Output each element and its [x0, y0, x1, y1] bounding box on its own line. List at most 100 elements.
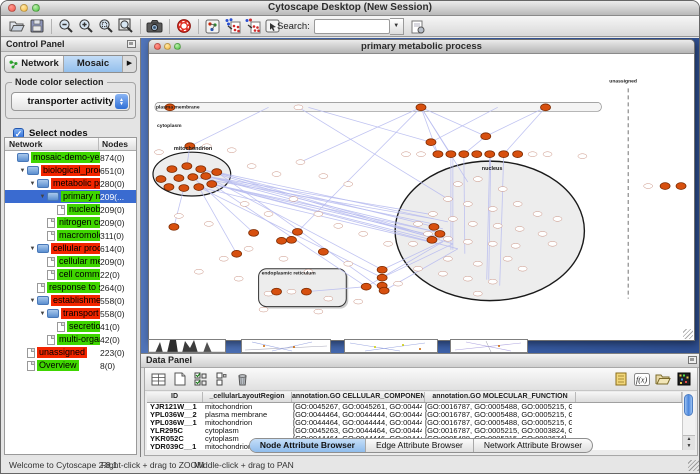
- table-cell[interactable]: YPL036W__1: [147, 419, 202, 427]
- edge[interactable]: [206, 176, 426, 236]
- node-unselected[interactable]: [488, 207, 497, 212]
- node[interactable]: [446, 151, 456, 158]
- node-unselected[interactable]: [463, 239, 472, 244]
- node[interactable]: [286, 236, 296, 243]
- tree-label[interactable]: cellular process: [51, 243, 100, 254]
- node-unselected[interactable]: [409, 241, 418, 246]
- apply-layout-icon[interactable]: [223, 18, 242, 35]
- network-canvas-svg[interactable]: plasma membranecytoplasmmitochondrionnuc…: [149, 54, 692, 339]
- node[interactable]: [164, 184, 174, 191]
- node[interactable]: [416, 104, 426, 111]
- node-unselected[interactable]: [289, 197, 298, 202]
- node[interactable]: [499, 151, 509, 158]
- tree-label[interactable]: transport: [61, 308, 100, 319]
- tree-label[interactable]: Overview: [37, 360, 79, 371]
- node-unselected[interactable]: [644, 184, 653, 189]
- tree-label[interactable]: nucleobase-: [67, 204, 100, 215]
- node-unselected[interactable]: [528, 152, 537, 157]
- node[interactable]: [188, 174, 198, 181]
- network-view-window[interactable]: primary metabolic process plasma membran…: [148, 39, 695, 341]
- node-unselected[interactable]: [354, 299, 363, 304]
- network-manager-icon[interactable]: [203, 18, 222, 35]
- float-panel-icon[interactable]: [688, 356, 697, 364]
- table-row[interactable]: YJR121W__1mitochondrion[GO:0045267, GO:0…: [147, 403, 682, 411]
- node-unselected[interactable]: [443, 256, 452, 261]
- col-cellular-component[interactable]: annotation.GO CELLULAR_COMPONENT: [292, 392, 425, 402]
- disclosure-triangle-icon[interactable]: ▼: [38, 194, 47, 200]
- tree-label[interactable]: mosaic-demo-yeast: [31, 152, 100, 163]
- table-cell[interactable]: [GO:0044464, GO:0044444, GO:0044425, G..…: [290, 419, 422, 427]
- tab-mosaic[interactable]: Mosaic: [64, 56, 123, 72]
- node-unselected[interactable]: [463, 202, 472, 207]
- tree-row[interactable]: unassigned223(0): [5, 346, 136, 359]
- tree-label[interactable]: unassigned: [37, 347, 87, 358]
- close-icon[interactable]: [154, 43, 161, 50]
- node-unselected[interactable]: [443, 197, 452, 202]
- node-unselected[interactable]: [324, 296, 333, 301]
- node-unselected[interactable]: [548, 241, 557, 246]
- node-unselected[interactable]: [503, 256, 512, 261]
- node[interactable]: [169, 224, 179, 231]
- disclosure-triangle-icon[interactable]: ▼: [28, 181, 37, 187]
- node-unselected[interactable]: [543, 152, 552, 157]
- tree-label[interactable]: metabolic process: [51, 178, 100, 189]
- apply-layout-alt-icon[interactable]: [243, 18, 262, 35]
- save-session-icon[interactable]: [27, 18, 46, 35]
- table-cell[interactable]: [GO:0016787, GO:0005488, GO:0005215, G..…: [422, 411, 572, 419]
- node-unselected[interactable]: [473, 177, 482, 182]
- node-unselected[interactable]: [468, 222, 477, 227]
- disclosure-triangle-icon[interactable]: ▼: [18, 168, 27, 174]
- table-cell[interactable]: mitochondrion: [202, 403, 290, 411]
- tree-label[interactable]: macromolecule: [57, 230, 100, 241]
- node-unselected[interactable]: [443, 236, 452, 241]
- edge[interactable]: [504, 107, 546, 154]
- edge[interactable]: [486, 107, 546, 136]
- tree-row[interactable]: ▼primary metabo209(...: [5, 190, 136, 203]
- tree-label[interactable]: multi-organism pro: [57, 334, 100, 345]
- tree-row[interactable]: secretion41(0): [5, 320, 136, 333]
- tree-label[interactable]: cellular metabol: [57, 256, 100, 267]
- col-id[interactable]: ID: [147, 392, 203, 402]
- attribute-batch-icon[interactable]: [612, 371, 629, 387]
- node[interactable]: [481, 133, 491, 140]
- tab-node-attribute-browser[interactable]: Node Attribute Browser: [250, 439, 366, 452]
- node[interactable]: [167, 166, 177, 173]
- node[interactable]: [472, 151, 482, 158]
- tab-overflow-arrow[interactable]: ▶: [123, 56, 136, 72]
- node-unselected[interactable]: [154, 150, 163, 155]
- node-unselected[interactable]: [538, 231, 547, 236]
- function-builder-icon[interactable]: f(x): [633, 371, 650, 387]
- table-row[interactable]: YPL036W__2plasma membrane[GO:0044464, GO…: [147, 411, 682, 419]
- attribute-matrix-icon[interactable]: [675, 371, 692, 387]
- import-attributes-icon[interactable]: [654, 371, 671, 387]
- node-unselected[interactable]: [240, 202, 249, 207]
- zoom-fit-icon[interactable]: [116, 18, 135, 35]
- node-unselected[interactable]: [414, 266, 423, 271]
- disclosure-triangle-icon[interactable]: ▼: [28, 246, 37, 252]
- node-unselected[interactable]: [498, 187, 507, 192]
- node-unselected[interactable]: [287, 289, 296, 294]
- tree-label[interactable]: nitrogen compo: [57, 217, 100, 228]
- search-input[interactable]: [314, 19, 390, 34]
- node-unselected[interactable]: [414, 222, 423, 227]
- node-unselected[interactable]: [578, 154, 587, 159]
- tree-row[interactable]: multi-organism pro42(0): [5, 333, 136, 346]
- node[interactable]: [660, 183, 670, 190]
- node[interactable]: [207, 181, 217, 188]
- node[interactable]: [182, 163, 192, 170]
- tree-row[interactable]: ▼transport558(0): [5, 307, 136, 320]
- tree-row[interactable]: cell communicat22(0): [5, 268, 136, 281]
- node[interactable]: [201, 173, 211, 180]
- tree-label[interactable]: biological_process: [41, 165, 100, 176]
- unselect-attributes-icon[interactable]: [213, 371, 230, 387]
- minimize-icon[interactable]: [20, 4, 28, 12]
- node-unselected[interactable]: [227, 148, 236, 153]
- node[interactable]: [212, 169, 222, 176]
- node[interactable]: [429, 224, 439, 231]
- table-cell[interactable]: [GO:0045267, GO:0045261, GO:0044464, G..…: [290, 403, 422, 411]
- node-unselected[interactable]: [234, 276, 243, 281]
- node-unselected[interactable]: [279, 256, 288, 261]
- tree-label[interactable]: response to stimulu: [47, 282, 100, 293]
- node[interactable]: [361, 283, 371, 290]
- node-unselected[interactable]: [488, 279, 497, 284]
